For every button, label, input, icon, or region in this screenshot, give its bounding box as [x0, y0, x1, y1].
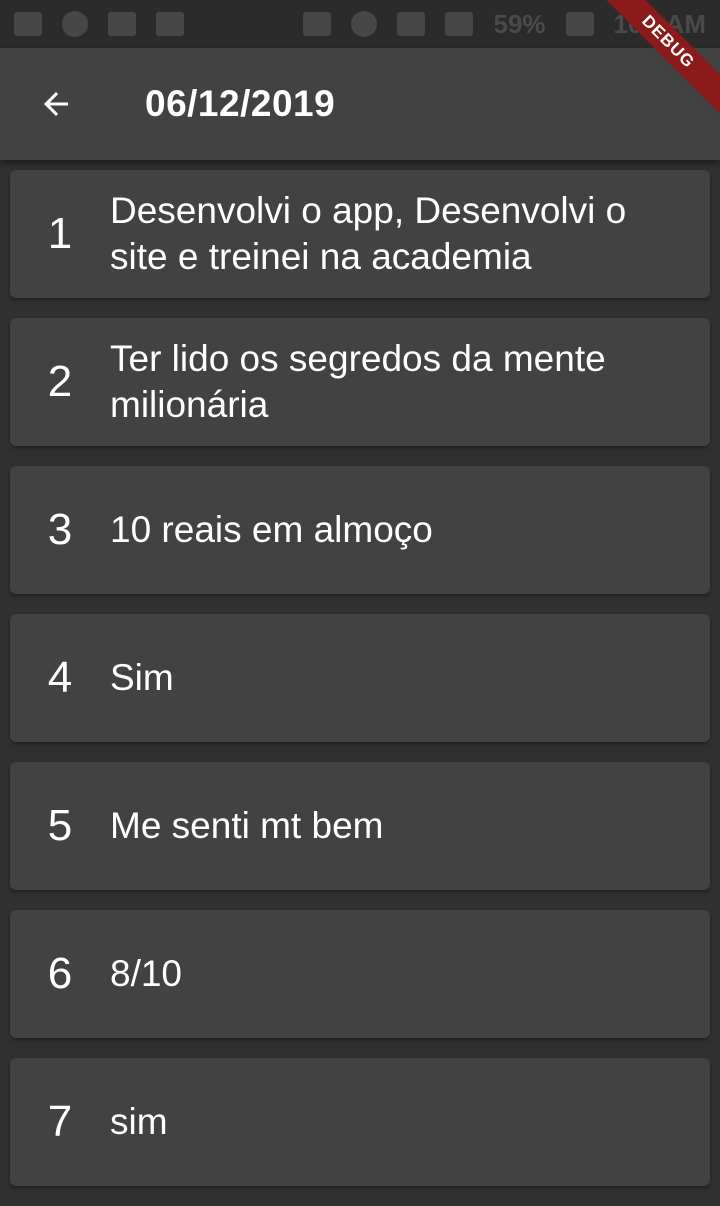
- wifi-icon: [397, 12, 426, 36]
- list-item[interactable]: 2 Ter lido os segredos da mente milionár…: [10, 318, 710, 446]
- item-number: 6: [47, 949, 73, 998]
- status-bar-notifications: [14, 11, 184, 37]
- item-text: Sim: [110, 657, 174, 698]
- item-text: Ter lido os segredos da mente milionária: [110, 338, 606, 425]
- arrow-back-icon: [44, 92, 68, 116]
- page-title: 06/12/2019: [145, 83, 336, 124]
- battery-icon: [565, 12, 594, 36]
- app-bar: 06/12/2019: [0, 48, 720, 160]
- message-icon: [14, 12, 42, 36]
- app-notification-icon: [62, 11, 88, 37]
- mute-icon: [303, 12, 332, 36]
- usb-icon: [108, 12, 136, 36]
- list-item[interactable]: 3 10 reais em almoço: [10, 466, 710, 594]
- item-number: 1: [47, 209, 73, 258]
- item-text: Me senti mt bem: [110, 805, 384, 846]
- item-text: 10 reais em almoço: [110, 509, 433, 550]
- item-number: 5: [47, 801, 73, 850]
- status-bar: 59% 10:..AM: [0, 0, 720, 48]
- alarm-icon: [351, 11, 378, 37]
- item-text: Desenvolvi o app, Desenvolvi o site e tr…: [110, 190, 627, 277]
- list-item[interactable]: 7 sim: [10, 1058, 710, 1186]
- item-number: 4: [47, 653, 73, 702]
- answers-list: 1 Desenvolvi o app, Desenvolvi o site e …: [10, 170, 710, 1206]
- back-button[interactable]: [0, 48, 112, 160]
- signal-icon: [445, 12, 474, 36]
- item-number: 2: [47, 357, 73, 406]
- list-item[interactable]: 1 Desenvolvi o app, Desenvolvi o site e …: [10, 170, 710, 298]
- download-icon: [156, 12, 184, 36]
- item-text: sim: [110, 1101, 168, 1142]
- item-number: 3: [47, 505, 73, 554]
- list-item[interactable]: 6 8/10: [10, 910, 710, 1038]
- battery-level: 59%: [493, 8, 546, 39]
- item-text: 8/10: [110, 953, 183, 994]
- list-item[interactable]: 4 Sim: [10, 614, 710, 742]
- list-item[interactable]: 5 Me senti mt bem: [10, 762, 710, 890]
- item-number: 7: [47, 1097, 73, 1146]
